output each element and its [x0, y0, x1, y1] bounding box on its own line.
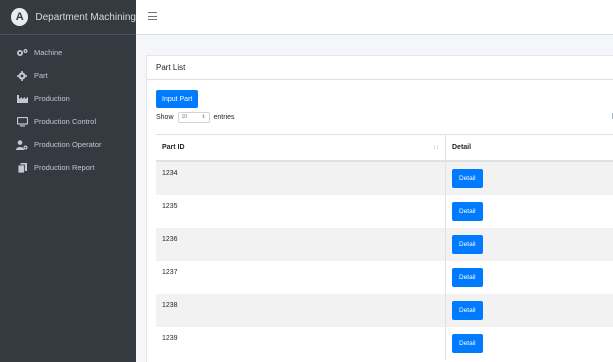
entries-length-control: Show 10 ⇕ entries [156, 111, 235, 123]
detail-button[interactable]: Detail [452, 334, 483, 353]
sidebar-item-machine[interactable]: Machine [0, 41, 136, 64]
sidebar: A Department Machining Machine Part Prod… [0, 0, 136, 362]
table-row: 1234 Detail [156, 162, 613, 195]
detail-button[interactable]: Detail [452, 169, 483, 188]
brand-logo-icon: A [11, 8, 29, 26]
sidebar-item-label: Production Report [34, 163, 95, 172]
entries-select-value: 10 [181, 114, 188, 120]
detail-button[interactable]: Detail [452, 268, 483, 287]
sidebar-item-part[interactable]: Part [0, 64, 136, 87]
top-navbar [136, 0, 613, 35]
parts-table: Part ID ↑↓ Detail 1234 Detail 1235 Detai… [156, 134, 613, 360]
part-id-cell: 1235 [156, 195, 446, 228]
select-arrows-icon: ⇕ [201, 114, 206, 120]
monitor-icon [16, 116, 28, 127]
sidebar-item-label: Production Operator [34, 140, 102, 149]
user-gear-icon [16, 139, 28, 150]
sidebar-item-production-control[interactable]: Production Control [0, 110, 136, 133]
column-header-detail: Detail [452, 144, 472, 151]
detail-button[interactable]: Detail [452, 202, 483, 221]
card-title: Part List [147, 56, 613, 80]
sidebar-item-label: Machine [34, 48, 63, 57]
sidebar-item-label: Production [34, 94, 70, 103]
gears-icon [16, 48, 28, 58]
copy-icon [16, 162, 28, 173]
industry-icon [16, 94, 28, 104]
table-row: 1237 Detail [156, 261, 613, 294]
part-id-cell: 1234 [156, 162, 446, 195]
show-label: Show [156, 113, 174, 121]
brand-text: Department Machining [35, 11, 136, 23]
sort-icon[interactable]: ↑↓ [433, 145, 439, 151]
entries-select[interactable]: 10 ⇕ [177, 111, 210, 123]
sidebar-item-production-report[interactable]: Production Report [0, 156, 136, 179]
part-list-card: Part List Input Part Show 10 ⇕ entries P… [146, 55, 613, 362]
sidebar-item-production-operator[interactable]: Production Operator [0, 133, 136, 156]
table-header: Part ID ↑↓ Detail [156, 135, 613, 162]
table-row: 1235 Detail [156, 195, 613, 228]
sidebar-item-label: Production Control [34, 117, 97, 126]
entries-label: entries [213, 113, 235, 121]
table-row: 1239 Detail [156, 327, 613, 360]
menu-toggle-icon[interactable] [148, 12, 157, 20]
part-id-cell: 1236 [156, 228, 446, 261]
detail-button[interactable]: Detail [452, 301, 483, 320]
part-id-cell: 1239 [156, 327, 446, 360]
brand-link[interactable]: A Department Machining [0, 0, 136, 35]
sidebar-item-production[interactable]: Production [0, 87, 136, 110]
column-header-part-id[interactable]: Part ID ↑↓ [156, 135, 446, 160]
detail-button[interactable]: Detail [452, 235, 483, 254]
sidebar-item-label: Part [34, 71, 48, 80]
gear-icon [16, 70, 28, 81]
part-id-cell: 1237 [156, 261, 446, 294]
part-id-cell: 1238 [156, 294, 446, 327]
sidebar-nav: Machine Part Production Production Contr… [0, 35, 136, 179]
table-row: 1238 Detail [156, 294, 613, 327]
input-part-button[interactable]: Input Part [156, 90, 199, 108]
table-row: 1236 Detail [156, 228, 613, 261]
